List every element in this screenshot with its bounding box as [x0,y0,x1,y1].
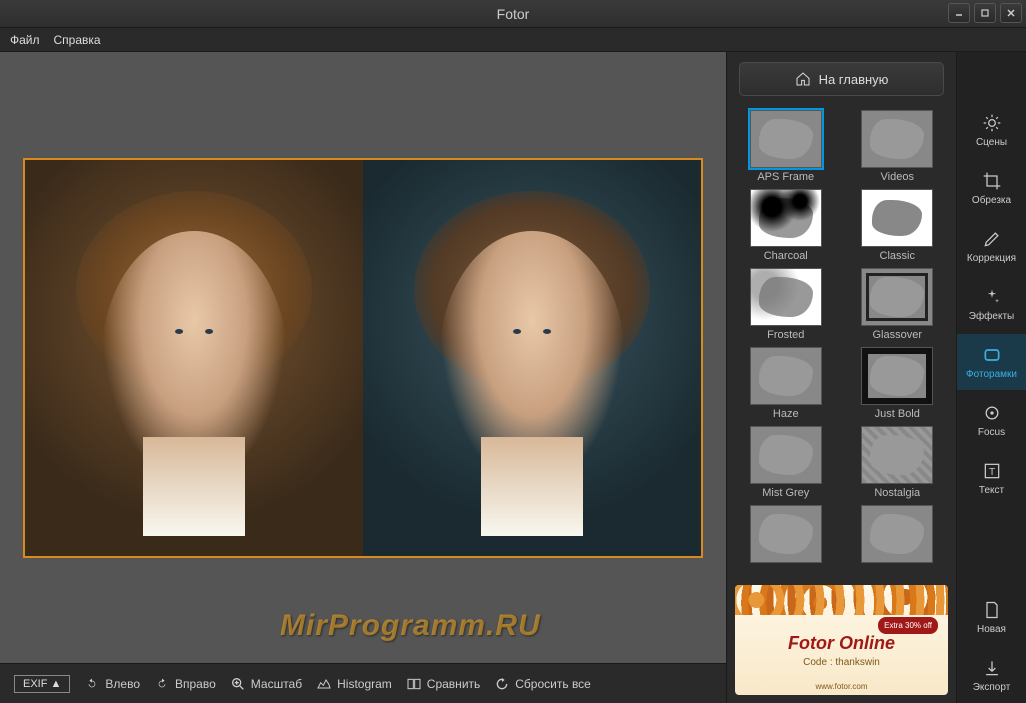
frame-label: Haze [773,408,799,420]
text-icon: T [982,461,1002,481]
home-icon [795,71,811,87]
rotate-right-button[interactable]: Вправо [154,676,216,692]
home-button[interactable]: На главную [739,62,944,96]
menubar: Файл Справка [0,28,1026,52]
frame-thumbnail [861,268,933,326]
frame-thumbnail [861,110,933,168]
rotate-right-icon [154,676,170,692]
app-title: Fotor [497,6,530,22]
frame-icon [982,345,1002,365]
frames-grid[interactable]: APS Frame Videos Charcoal Classic Frosted Gla… [727,106,956,579]
image-preview: 2 ◄ RLP100 465 3 ◄ RLP100 [23,158,703,558]
frame-label: Mist Grey [762,487,809,499]
frame-thumbnail [750,268,822,326]
promo-badge: Extra 30% off [878,617,938,634]
frame-label: Videos [881,171,914,183]
window-controls [948,3,1022,23]
frame-label: Classic [880,250,915,262]
frame-label: APS Frame [757,171,814,183]
frame-item-aps-frame[interactable]: APS Frame [735,110,837,183]
frame-item-just-bold[interactable]: Just Bold [847,347,949,420]
tool-effects[interactable]: Эффекты [957,276,1026,332]
tool-crop[interactable]: Обрезка [957,160,1026,216]
target-icon [982,403,1002,423]
frame-thumbnail [750,426,822,484]
tool-adjust[interactable]: Коррекция [957,218,1026,274]
menu-help[interactable]: Справка [54,33,101,47]
frame-item-haze[interactable]: Haze [735,347,837,420]
frame-thumbnail [750,347,822,405]
compare-icon [406,676,422,692]
tool-scenes[interactable]: Сцены [957,102,1026,158]
tool-frames[interactable]: Фоторамки [957,334,1026,390]
exif-button[interactable]: EXIF ▲ [14,675,70,693]
minimize-button[interactable] [948,3,970,23]
frame-thumbnail [750,505,822,563]
frame-item-n11[interactable] [847,505,949,566]
frame-item-nostalgia[interactable]: Nostalgia [847,426,949,499]
svg-text:T: T [988,467,994,478]
histogram-button[interactable]: Histogram [316,676,392,692]
tool-focus[interactable]: Focus [957,392,1026,448]
export-icon [982,658,1002,678]
reset-button[interactable]: Сбросить все [494,676,591,692]
crop-icon [982,171,1002,191]
frame-item-mist-grey[interactable]: Mist Grey [735,426,837,499]
frame-item-glassover[interactable]: Glassover [847,268,949,341]
frame-label: Frosted [767,329,804,341]
frame-label: Charcoal [764,250,808,262]
promo-url: www.fotor.com [735,682,948,691]
frame-thumbnail [861,347,933,405]
titlebar: Fotor [0,0,1026,28]
rotate-left-button[interactable]: Влево [84,676,140,692]
frame-thumbnail [861,426,933,484]
histogram-icon [316,676,332,692]
frame-label: Glassover [872,329,922,341]
close-button[interactable] [1000,3,1022,23]
zoom-icon [230,676,246,692]
frame-item-n10[interactable] [735,505,837,566]
frame-thumbnail [750,110,822,168]
leaves-decoration [735,585,948,615]
sun-icon [982,113,1002,133]
bottom-toolbar: EXIF ▲ Влево Вправо Масштаб Histogram Ср… [0,663,726,703]
frame-thumbnail [861,189,933,247]
promo-banner[interactable]: Extra 30% off Fotor Online Code : thanks… [735,585,948,695]
frame-thumbnail [750,189,822,247]
tool-new[interactable]: Новая [957,589,1026,645]
promo-code: Code : thankswin [735,657,948,668]
menu-file[interactable]: Файл [10,33,40,47]
rotate-left-icon [84,676,100,692]
maximize-button[interactable] [974,3,996,23]
tool-export[interactable]: Экспорт [957,647,1026,703]
frame-thumbnail [861,505,933,563]
document-icon [982,600,1002,620]
reset-icon [494,676,510,692]
frame-item-videos[interactable]: Videos [847,110,949,183]
pencil-icon [982,229,1002,249]
frame-label: Nostalgia [874,487,920,499]
compare-button[interactable]: Сравнить [406,676,480,692]
promo-title: Fotor Online [735,633,948,654]
frame-item-charcoal[interactable]: Charcoal [735,189,837,262]
frame-label: Just Bold [875,408,920,420]
sparkle-icon [982,287,1002,307]
canvas-area[interactable]: 2 ◄ RLP100 465 3 ◄ RLP100 [0,52,726,663]
frame-item-frosted[interactable]: Frosted [735,268,837,341]
tools-column: Сцены Обрезка Коррекция Эффекты Фоторамк… [956,52,1026,703]
tool-text[interactable]: TТекст [957,450,1026,506]
frame-item-classic[interactable]: Classic [847,189,949,262]
zoom-button[interactable]: Масштаб [230,676,302,692]
